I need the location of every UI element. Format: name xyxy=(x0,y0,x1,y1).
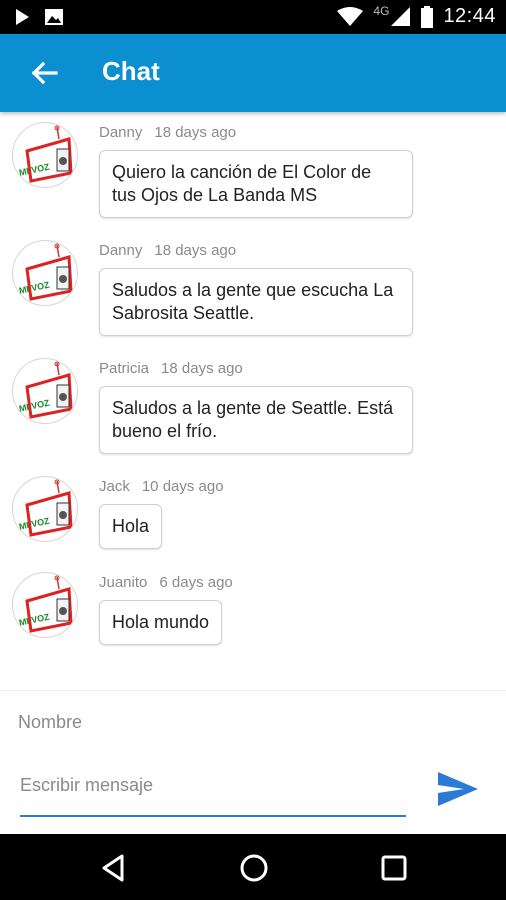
play-icon xyxy=(16,9,29,25)
back-button[interactable] xyxy=(28,56,62,90)
signal-icon xyxy=(391,6,411,26)
page-title: Chat xyxy=(102,56,160,86)
avatar: MI VOZ xyxy=(12,240,78,306)
message-time: 6 days ago xyxy=(159,574,233,591)
message-author: Danny xyxy=(99,242,143,259)
home-circle-icon xyxy=(240,854,268,882)
radio-logo-icon: MI VOZ xyxy=(18,243,73,301)
send-button[interactable] xyxy=(436,769,480,809)
message-list[interactable]: MI VOZ Danny 18 days ago Quiero la canció… xyxy=(0,112,506,690)
message-bubble: Quiero la canción de El Color de tus Ojo… xyxy=(99,150,413,218)
navigation-bar xyxy=(0,834,506,900)
radio-logo-icon: MI VOZ xyxy=(18,361,73,419)
message-author: Patricia xyxy=(99,360,150,377)
battery-icon xyxy=(421,5,434,28)
message-time: 18 days ago xyxy=(154,124,237,141)
clock: 12:44 xyxy=(443,5,496,27)
message-author: Jack xyxy=(99,478,130,495)
message-author: Juanito xyxy=(99,574,148,591)
message-bubble: Saludos a la gente de Seattle. Está buen… xyxy=(99,386,413,454)
radio-logo-icon: MI VOZ xyxy=(18,575,73,633)
message-bubble: Saludos a la gente que escucha La Sabros… xyxy=(99,268,413,336)
message-bubble: Hola xyxy=(99,504,163,549)
avatar: MI VOZ xyxy=(12,572,78,638)
back-triangle-icon xyxy=(102,854,124,882)
image-icon xyxy=(45,9,63,25)
send-icon xyxy=(438,772,478,806)
status-bar: 4G 12:44 xyxy=(0,0,506,34)
chat-screen: 4G 12:44 Chat MI VOZ Danny 18 days ago Q… xyxy=(0,0,506,900)
message-author: Danny xyxy=(99,124,143,141)
message-input[interactable] xyxy=(20,767,406,817)
avatar: MI VOZ xyxy=(12,476,78,542)
message-time: 18 days ago xyxy=(161,360,243,377)
arrow-back-icon xyxy=(31,61,58,85)
avatar: MI VOZ xyxy=(12,358,78,424)
message-bubble: Hola mundo xyxy=(99,600,223,645)
app-bar: Chat xyxy=(0,34,506,112)
message-time: 10 days ago xyxy=(141,478,224,495)
message-time: 18 days ago xyxy=(154,242,237,259)
radio-logo-icon: MI VOZ xyxy=(18,479,73,537)
radio-logo-icon: MI VOZ xyxy=(18,125,73,183)
network-type: 4G xyxy=(373,3,390,18)
wifi-icon xyxy=(337,6,364,26)
nav-home-button[interactable] xyxy=(236,850,272,886)
recents-square-icon xyxy=(381,855,407,881)
composer xyxy=(0,690,506,834)
name-input[interactable] xyxy=(18,709,318,735)
avatar: MI VOZ xyxy=(12,122,78,188)
nav-back-button[interactable] xyxy=(96,850,132,886)
nav-recents-button[interactable] xyxy=(376,850,412,886)
